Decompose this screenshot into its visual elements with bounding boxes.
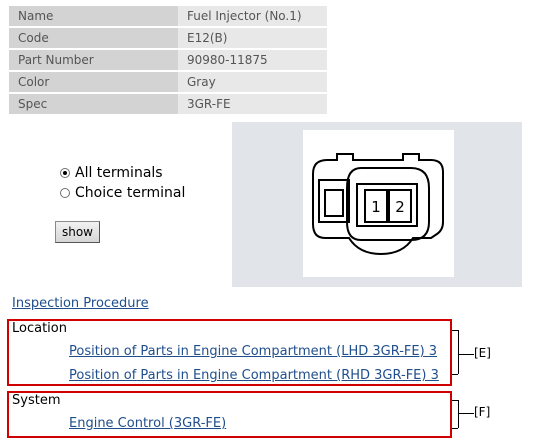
all-terminals-label[interactable]: All terminals xyxy=(75,165,163,181)
location-tag-line xyxy=(458,354,474,355)
part-info-table: Name Fuel Injector (No.1) Code E12(B) Pa… xyxy=(9,4,327,116)
info-label: Code xyxy=(9,28,178,48)
info-value: 3GR-FE xyxy=(178,94,327,114)
info-label: Name xyxy=(9,6,178,26)
location-tag: [E] xyxy=(474,346,491,360)
info-row-color: Color Gray xyxy=(9,72,327,92)
system-title: System xyxy=(12,393,61,408)
location-title: Location xyxy=(12,321,67,336)
all-terminals-option[interactable]: All terminals xyxy=(60,163,185,183)
system-tag-line xyxy=(458,413,474,414)
choice-terminal-option[interactable]: Choice terminal xyxy=(60,183,185,203)
choice-terminal-radio[interactable] xyxy=(60,188,70,198)
info-value: Gray xyxy=(178,72,327,92)
system-section: System Engine Control (3GR-FE) xyxy=(7,391,452,438)
inspection-procedure-link[interactable]: Inspection Procedure xyxy=(12,296,149,311)
connector-panel: 1 2 xyxy=(232,122,522,287)
system-tag: [F] xyxy=(474,405,491,419)
system-bracket-bottom xyxy=(452,428,458,429)
pin-1-label: 1 xyxy=(371,198,381,216)
location-bracket-top xyxy=(452,330,458,331)
info-label: Part Number xyxy=(9,50,178,70)
info-row-code: Code E12(B) xyxy=(9,28,327,48)
all-terminals-radio[interactable] xyxy=(60,168,70,178)
choice-terminal-label[interactable]: Choice terminal xyxy=(75,185,185,201)
location-bracket-bottom xyxy=(452,374,458,375)
info-value: 90980-11875 xyxy=(178,50,327,70)
system-bracket-top xyxy=(452,400,458,401)
terminal-options: All terminals Choice terminal xyxy=(60,163,185,203)
connector-view: 1 2 xyxy=(303,130,454,277)
info-row-name: Name Fuel Injector (No.1) xyxy=(9,6,327,26)
location-link-rhd[interactable]: Position of Parts in Engine Compartment … xyxy=(69,368,439,383)
system-bracket xyxy=(458,400,459,428)
info-row-spec: Spec 3GR-FE xyxy=(9,94,327,114)
info-value: E12(B) xyxy=(178,28,327,48)
info-label: Spec xyxy=(9,94,178,114)
info-label: Color xyxy=(9,72,178,92)
location-link-lhd[interactable]: Position of Parts in Engine Compartment … xyxy=(69,344,437,359)
info-row-part-number: Part Number 90980-11875 xyxy=(9,50,327,70)
connector-diagram-icon: 1 2 xyxy=(312,153,444,256)
pin-2-label: 2 xyxy=(395,198,405,216)
location-bracket xyxy=(458,330,459,374)
system-link-engine-control[interactable]: Engine Control (3GR-FE) xyxy=(69,416,226,431)
location-section: Location Position of Parts in Engine Com… xyxy=(7,319,452,386)
info-value: Fuel Injector (No.1) xyxy=(178,6,327,26)
show-button[interactable]: show xyxy=(55,221,100,243)
